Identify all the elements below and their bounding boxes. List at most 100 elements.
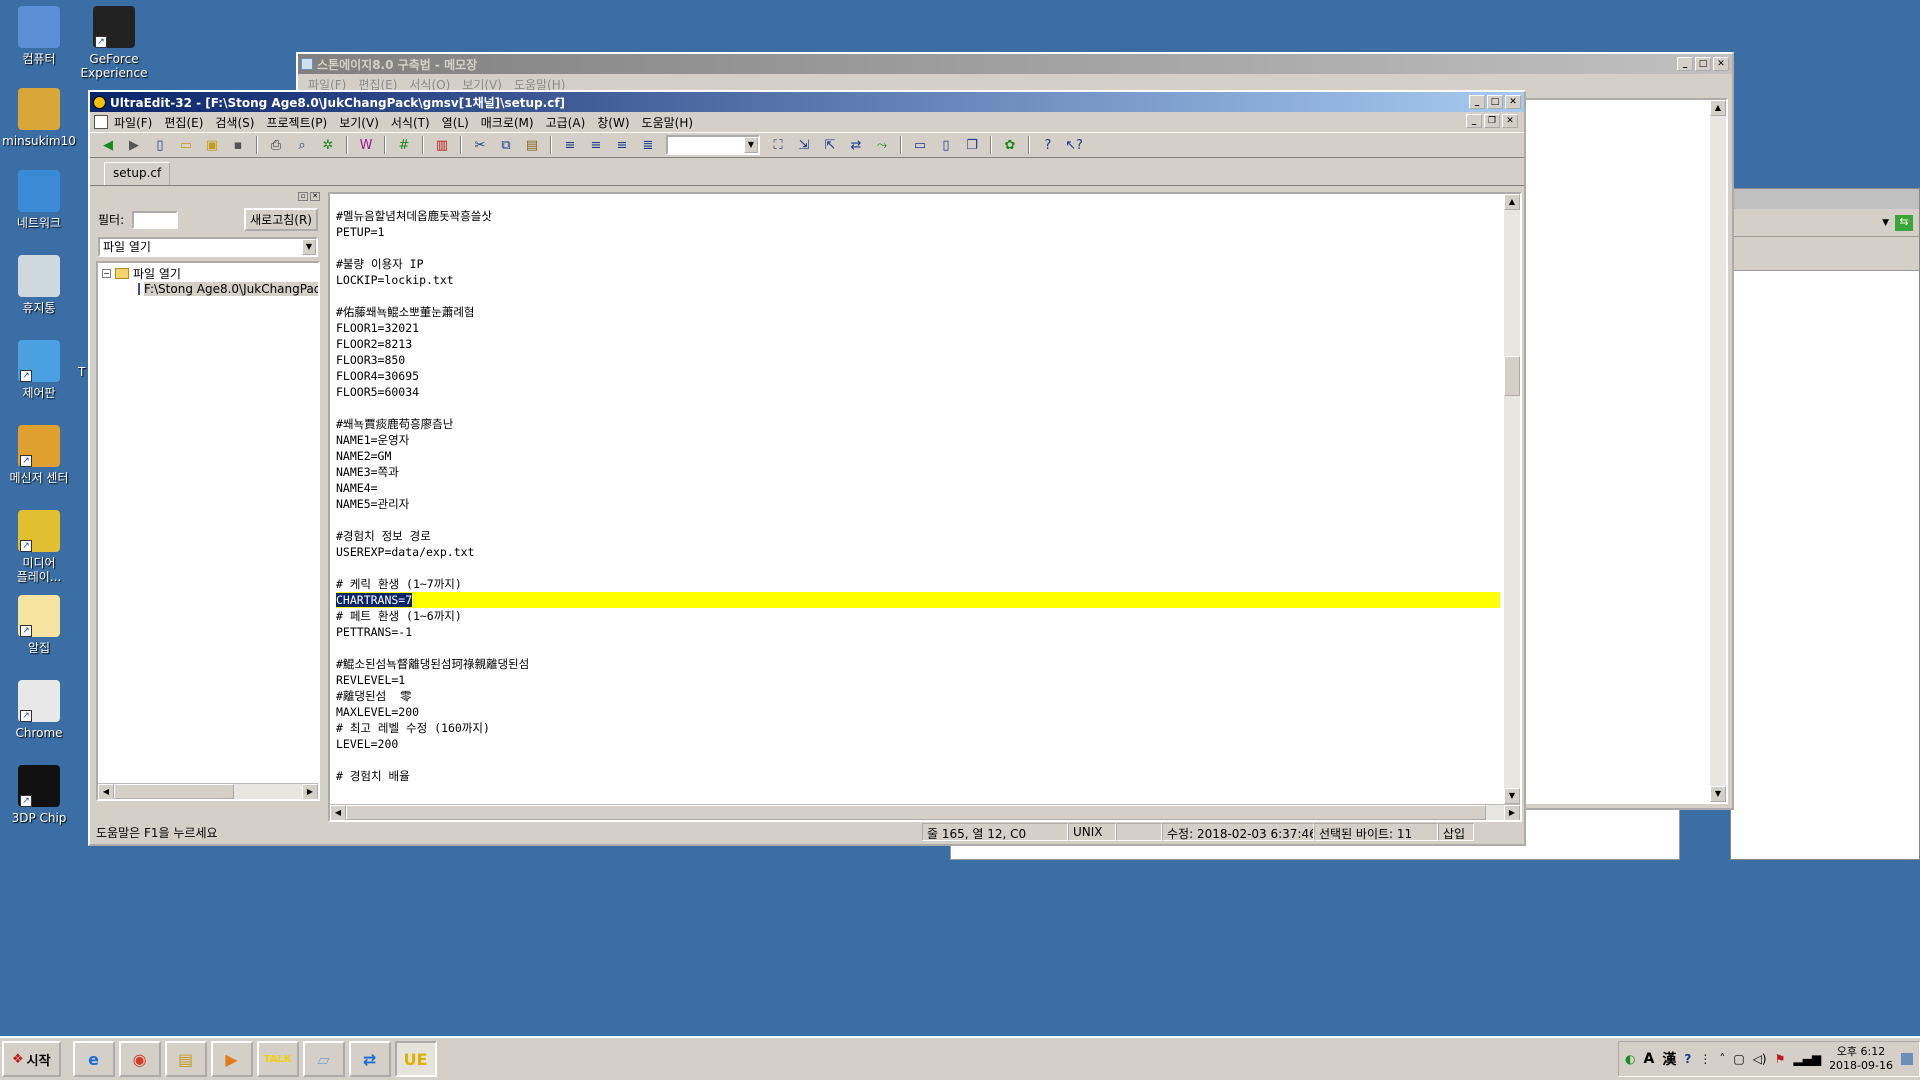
hex-mode-icon[interactable]: # xyxy=(392,134,416,156)
code-line[interactable]: FLOOR1=32021 xyxy=(336,320,1500,336)
scroll-left-icon[interactable]: ◀ xyxy=(98,784,114,799)
code-line[interactable]: FLOOR5=60034 xyxy=(336,384,1500,400)
scroll-thumb[interactable] xyxy=(1504,356,1520,396)
tray-expand-icon[interactable]: ˄ xyxy=(1719,1052,1725,1066)
help-icon[interactable]: ? xyxy=(1036,134,1060,156)
find-prev-icon[interactable]: ⇱ xyxy=(818,134,842,156)
current-line[interactable]: CHARTRANS=7 xyxy=(336,592,1500,608)
tree-file-item[interactable]: F:\Stong Age8.0\JukChangPack xyxy=(102,281,318,297)
align-right-icon[interactable]: ≡ xyxy=(610,134,634,156)
code-line[interactable] xyxy=(336,512,1500,528)
align-left-icon[interactable]: ≡ xyxy=(558,134,582,156)
cut-icon[interactable]: ✂ xyxy=(468,134,492,156)
code-line[interactable]: PETUP=1 xyxy=(336,224,1500,240)
desktop-icon[interactable]: ↗ Chrome xyxy=(0,680,78,740)
code-line[interactable] xyxy=(336,240,1500,256)
desktop-icon[interactable]: ↗ 메신저 센터 xyxy=(0,425,78,485)
action-center-icon[interactable]: ⚑ xyxy=(1775,1052,1786,1066)
refresh-icon[interactable]: ⇆ xyxy=(1895,214,1913,231)
ultraedit-menu-item[interactable]: 고급(A) xyxy=(540,114,592,131)
code-line[interactable]: #佑藤쐐뇩鯤소뽀董눈蕭례혐 xyxy=(336,304,1500,320)
ultraedit-taskbar-button[interactable]: UE xyxy=(394,1041,437,1077)
justify-icon[interactable]: ≣ xyxy=(636,134,660,156)
ultraedit-menu-item[interactable]: 서식(T) xyxy=(385,114,436,131)
editor-horizontal-scrollbar[interactable]: ◀ ▶ xyxy=(330,804,1520,820)
file-tree[interactable]: − 파일 열기 F:\Stong Age8.0\JukChangPack ◀ ▶ xyxy=(96,261,320,801)
code-line[interactable]: NAME2=GM xyxy=(336,448,1500,464)
ftp-icon[interactable]: ✲ xyxy=(316,134,340,156)
doc-close-button[interactable]: ✕ xyxy=(1502,114,1518,128)
help-icon[interactable]: ? xyxy=(1684,1052,1691,1066)
code-line[interactable]: NAME4= xyxy=(336,480,1500,496)
code-line[interactable]: # 경험치 배율 xyxy=(336,768,1500,784)
split-horizontal-icon[interactable]: ▭ xyxy=(908,134,932,156)
code-line[interactable]: MAXLEVEL=200 xyxy=(336,704,1500,720)
scroll-up-icon[interactable]: ▲ xyxy=(1504,194,1520,210)
close-button[interactable]: ✕ xyxy=(1505,95,1521,109)
editor-vertical-scrollbar[interactable]: ▲ ▼ xyxy=(1504,194,1520,804)
desktop-icon[interactable]: ↗ 제어판 xyxy=(0,340,78,400)
code-line[interactable]: FLOOR4=30695 xyxy=(336,368,1500,384)
close-button[interactable]: ✕ xyxy=(1713,57,1729,71)
code-line[interactable] xyxy=(336,288,1500,304)
back-arrow-icon[interactable]: ◀ xyxy=(96,134,120,156)
code-line[interactable] xyxy=(336,400,1500,416)
desktop-icon[interactable]: 네트워크 xyxy=(0,170,78,230)
filter-input[interactable] xyxy=(132,210,179,229)
tree-root[interactable]: − 파일 열기 xyxy=(102,265,314,281)
code-line[interactable]: # 페트 환생 (1~6까지) xyxy=(336,608,1500,624)
code-line[interactable]: #쐐뇩賈痰鹿苟흥廖츰난 xyxy=(336,416,1500,432)
doc-restore-button[interactable]: ❐ xyxy=(1484,114,1500,128)
code-line[interactable]: LEVEL=200 xyxy=(336,736,1500,752)
find-icon[interactable]: ⛶ xyxy=(766,134,790,156)
tree-horizontal-scrollbar[interactable]: ◀ ▶ xyxy=(98,783,318,799)
cascade-windows-icon[interactable]: ❐ xyxy=(960,134,984,156)
scroll-right-icon[interactable]: ▶ xyxy=(1504,805,1520,820)
maximize-button[interactable]: □ xyxy=(1695,57,1711,71)
scroll-down-icon[interactable]: ▼ xyxy=(1504,788,1520,804)
maximize-button[interactable]: □ xyxy=(1487,95,1503,109)
file-explorer-taskbar-button[interactable]: ▤ xyxy=(164,1041,207,1077)
panel-close-icon[interactable]: ✕ xyxy=(310,192,320,201)
new-file-icon[interactable]: ▯ xyxy=(148,134,172,156)
code-line[interactable]: NAME1=운영자 xyxy=(336,432,1500,448)
ultraedit-menu-item[interactable]: 파일(F) xyxy=(108,114,158,131)
code-line[interactable]: #離댕된섬 零 xyxy=(336,688,1500,704)
kakaotalk-taskbar-button[interactable]: TALK xyxy=(256,1041,299,1077)
desktop-icon[interactable]: ↗ 3DP Chip xyxy=(0,765,78,825)
context-help-icon[interactable]: ↖? xyxy=(1062,134,1086,156)
word-wrap-icon[interactable]: W xyxy=(354,134,378,156)
code-line[interactable]: NAME5=관리자 xyxy=(336,496,1500,512)
search-combo[interactable]: ▼ xyxy=(666,135,760,155)
code-line[interactable]: FLOOR3=850 xyxy=(336,352,1500,368)
code-line[interactable]: LOCKIP=lockip.txt xyxy=(336,272,1500,288)
code-line[interactable]: # 케릭 환생 (1~7까지) xyxy=(336,576,1500,592)
resize-grip-icon[interactable] xyxy=(1474,823,1522,841)
internet-explorer-taskbar-button[interactable]: e xyxy=(72,1041,115,1077)
code-line[interactable]: #鯤소된섬뇩督離댕된섬珂祿親離댕된섬 xyxy=(336,656,1500,672)
ultraedit-menu-item[interactable]: 창(W) xyxy=(591,114,635,131)
notepad-vertical-scrollbar[interactable]: ▲ ▼ xyxy=(1710,100,1726,802)
scroll-left-icon[interactable]: ◀ xyxy=(330,805,346,820)
ultraedit-menu-item[interactable]: 매크로(M) xyxy=(475,114,540,131)
ime-options-icon[interactable]: ⋮ xyxy=(1699,1052,1711,1066)
save-icon[interactable]: ▪ xyxy=(226,134,250,156)
chevron-down-icon[interactable]: ▼ xyxy=(744,137,758,153)
code-line[interactable]: NAME3=쪽과 xyxy=(336,464,1500,480)
column-mode-icon[interactable]: ▥ xyxy=(430,134,454,156)
teamviewer-taskbar-button[interactable]: ⇄ xyxy=(348,1041,391,1077)
scroll-right-icon[interactable]: ▶ xyxy=(302,784,318,799)
project-icon[interactable]: ✿ xyxy=(998,134,1022,156)
ultraedit-menu-item[interactable]: 열(L) xyxy=(436,114,475,131)
forward-arrow-icon[interactable]: ▶ xyxy=(122,134,146,156)
ultraedit-titlebar[interactable]: UltraEdit-32 - [F:\Stong Age8.0\JukChang… xyxy=(90,92,1524,112)
panel-mode-select[interactable]: 파일 열기 ▼ xyxy=(98,237,318,257)
scroll-thumb[interactable] xyxy=(114,784,234,799)
ultraedit-menu-item[interactable]: 편집(E) xyxy=(158,114,209,131)
code-line[interactable]: USEREXP=data/exp.txt xyxy=(336,544,1500,560)
refresh-button[interactable]: 새로고침(R) xyxy=(244,208,318,231)
notepad-titlebar[interactable]: 스톤에이지8.0 구축법 - 메모장 _ □ ✕ xyxy=(298,54,1732,74)
panel-restore-icon[interactable]: ▫ xyxy=(298,192,308,201)
tab-setup-cf[interactable]: setup.cf xyxy=(104,162,171,185)
desktop-icon[interactable]: 컴퓨터 xyxy=(0,6,78,66)
